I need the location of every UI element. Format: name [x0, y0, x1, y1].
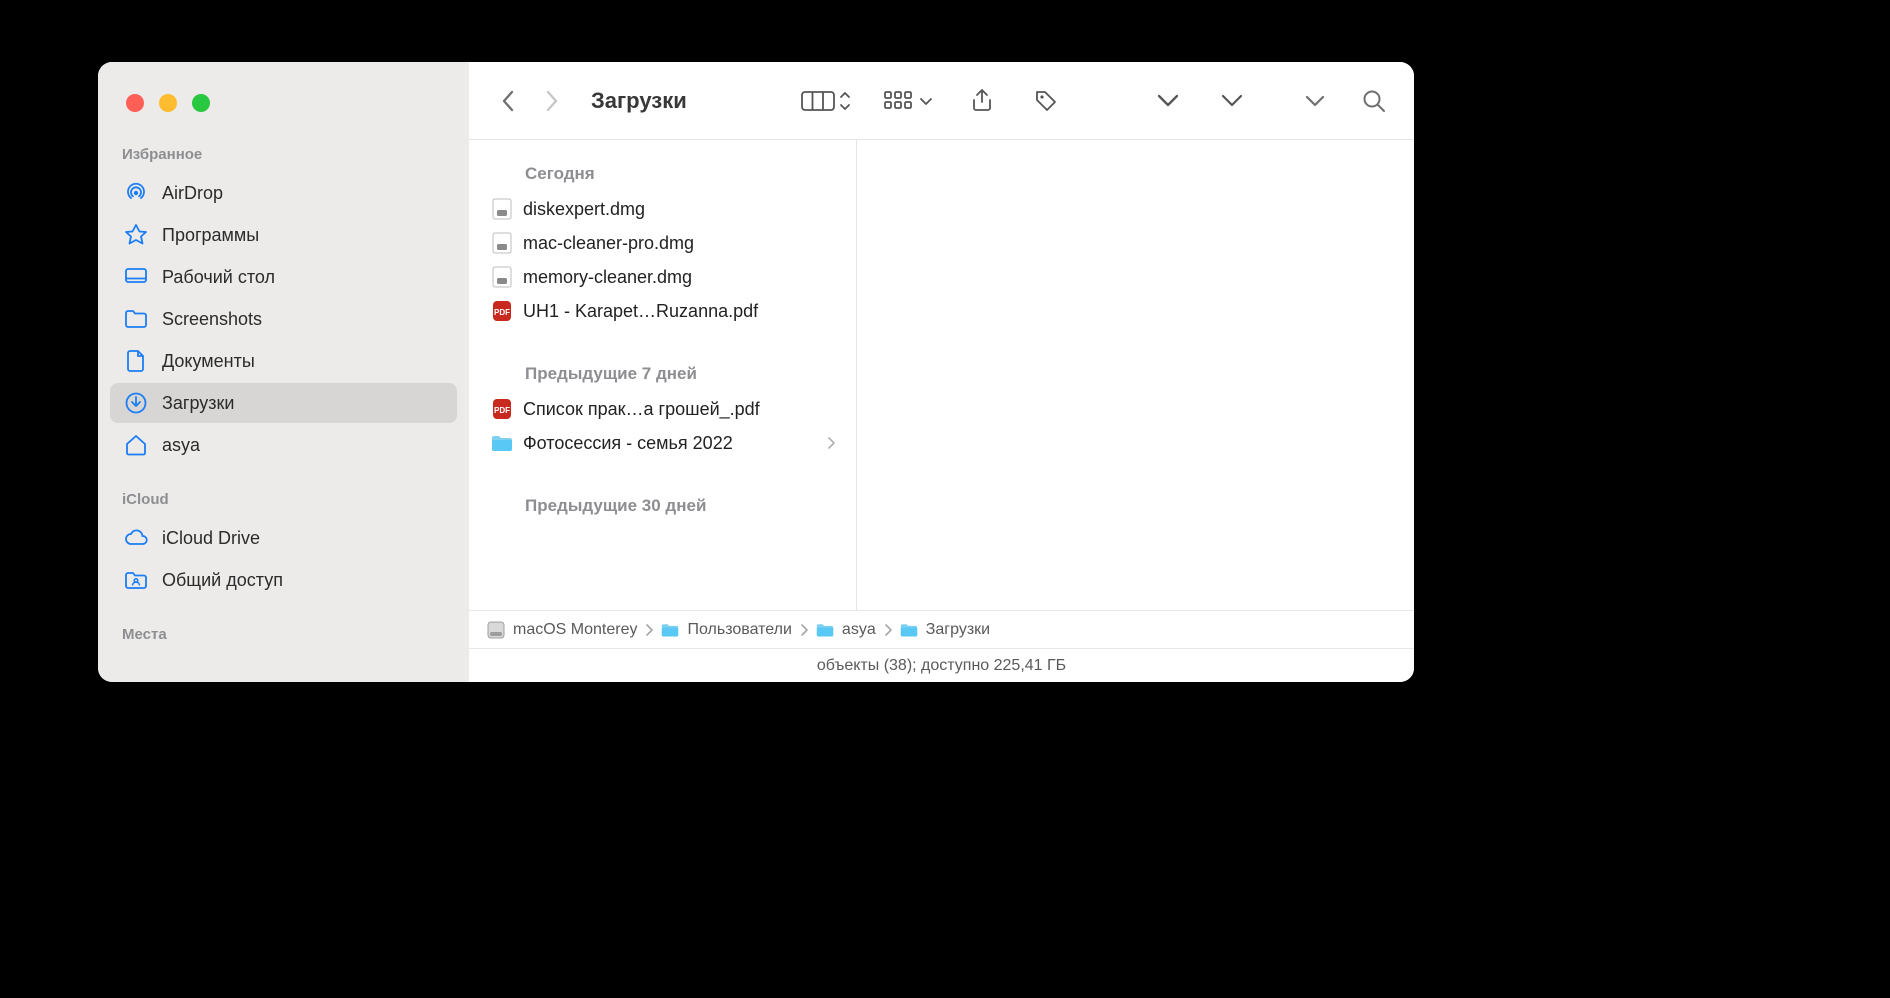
crumb-label: macOS Monterey	[513, 621, 637, 639]
file-row[interactable]: PDF Список прак…а грошей_.pdf	[469, 392, 856, 426]
group-header: Предыдущие 30 дней	[469, 482, 856, 524]
file-name: diskexpert.dmg	[523, 199, 838, 220]
sidebar-item-label: AirDrop	[162, 183, 223, 204]
status-bar: объекты (38); доступно 225,41 ГБ	[469, 648, 1414, 682]
dmg-icon	[491, 198, 513, 220]
shared-icon	[124, 568, 148, 592]
toolbar-view-controls	[800, 83, 1064, 119]
path-bar[interactable]: macOS Monterey Пользователи asya Загрузки	[469, 610, 1414, 648]
file-name: Фотосессия - семья 2022	[523, 433, 814, 454]
desktop-icon	[124, 265, 148, 289]
sidebar-item-label: Загрузки	[162, 393, 234, 414]
sidebar-item-рабочий-стол[interactable]: Рабочий стол	[110, 257, 457, 297]
sidebar-section-label: iCloud	[98, 485, 469, 516]
chevron-right-icon	[645, 624, 653, 636]
forward-button[interactable]	[533, 83, 569, 119]
file-row[interactable]: memory-cleaner.dmg	[469, 260, 856, 294]
window-controls	[98, 80, 469, 140]
toolbar-overflow-button[interactable]	[1214, 83, 1250, 119]
sidebar-item-screenshots[interactable]: Screenshots	[110, 299, 457, 339]
chevron-right-icon	[824, 437, 838, 449]
file-row[interactable]: Фотосессия - семья 2022	[469, 426, 856, 460]
tags-button[interactable]	[1028, 83, 1064, 119]
dmg-icon	[491, 266, 513, 288]
sidebar-item-asya[interactable]: asya	[110, 425, 457, 465]
finder-window: Избранное AirDrop Программы Рабочий стол Scr…	[98, 62, 1414, 682]
status-text: объекты (38); доступно 225,41 ГБ	[817, 657, 1066, 675]
main-pane: Загрузки	[469, 62, 1414, 682]
home-icon	[124, 433, 148, 457]
airdrop-icon	[124, 181, 148, 205]
path-crumb[interactable]: Загрузки	[900, 621, 990, 639]
sidebar-item-label: asya	[162, 435, 200, 456]
folder-icon	[124, 307, 148, 331]
close-window-button[interactable]	[126, 94, 144, 112]
svg-text:PDF: PDF	[494, 406, 510, 415]
share-button[interactable]	[964, 83, 1000, 119]
pdf-icon: PDF	[491, 300, 513, 322]
file-name: UH1 - Karapet…Ruzanna.pdf	[523, 301, 838, 322]
sidebar-item-airdrop[interactable]: AirDrop	[110, 173, 457, 213]
file-name: mac-cleaner-pro.dmg	[523, 233, 838, 254]
view-columns-button[interactable]	[800, 83, 854, 119]
zoom-window-button[interactable]	[192, 94, 210, 112]
sidebar-item-label: Программы	[162, 225, 259, 246]
location-title: Загрузки	[591, 88, 687, 114]
crumb-label: Загрузки	[926, 621, 990, 639]
crumb-label: asya	[842, 621, 876, 639]
file-name: memory-cleaner.dmg	[523, 267, 838, 288]
sidebar-item-label: Рабочий стол	[162, 267, 275, 288]
chevron-right-icon	[884, 624, 892, 636]
sidebar-item-общий-доступ[interactable]: Общий доступ	[110, 560, 457, 600]
doc-icon	[124, 349, 148, 373]
sidebar-item-label: iCloud Drive	[162, 528, 260, 549]
sidebar-item-программы[interactable]: Программы	[110, 215, 457, 255]
toolbar: Загрузки	[469, 62, 1414, 140]
toolbar-right-controls	[1150, 83, 1250, 119]
group-by-button[interactable]	[882, 83, 936, 119]
sidebar-item-label: Screenshots	[162, 309, 262, 330]
sidebar: Избранное AirDrop Программы Рабочий стол Scr…	[98, 62, 469, 682]
content-area: Сегодня diskexpert.dmg mac-cleaner-pro.dmg…	[469, 140, 1414, 610]
file-column[interactable]: Сегодня diskexpert.dmg mac-cleaner-pro.dmg…	[469, 140, 857, 610]
sidebar-section-label: Избранное	[98, 140, 469, 171]
toolbar-more-button[interactable]	[1296, 83, 1332, 119]
chevron-right-icon	[800, 624, 808, 636]
back-button[interactable]	[491, 83, 527, 119]
pdf-icon: PDF	[491, 398, 513, 420]
file-row[interactable]: mac-cleaner-pro.dmg	[469, 226, 856, 260]
file-row[interactable]: diskexpert.dmg	[469, 192, 856, 226]
dmg-icon	[491, 232, 513, 254]
crumb-label: Пользователи	[687, 621, 791, 639]
minimize-window-button[interactable]	[159, 94, 177, 112]
search-button[interactable]	[1356, 83, 1392, 119]
sidebar-section-label: Места	[98, 620, 469, 651]
path-crumb[interactable]: macOS Monterey	[487, 621, 637, 639]
group-header: Предыдущие 7 дней	[469, 350, 856, 392]
group-header: Сегодня	[469, 150, 856, 192]
sidebar-item-загрузки[interactable]: Загрузки	[110, 383, 457, 423]
folder-lt-icon	[661, 621, 679, 639]
sidebar-item-документы[interactable]: Документы	[110, 341, 457, 381]
sidebar-item-label: Документы	[162, 351, 255, 372]
sidebar-item-label: Общий доступ	[162, 570, 283, 591]
path-crumb[interactable]: Пользователи	[661, 621, 791, 639]
downloads-icon	[124, 391, 148, 415]
preview-column	[857, 140, 1414, 610]
disk-icon	[487, 621, 505, 639]
sidebar-item-icloud-drive[interactable]: iCloud Drive	[110, 518, 457, 558]
file-row[interactable]: PDF UH1 - Karapet…Ruzanna.pdf	[469, 294, 856, 328]
file-name: Список прак…а грошей_.pdf	[523, 399, 838, 420]
path-crumb[interactable]: asya	[816, 621, 876, 639]
apps-icon	[124, 223, 148, 247]
folder-lt-icon	[491, 432, 513, 454]
folder-lt-icon	[900, 621, 918, 639]
svg-text:PDF: PDF	[494, 308, 510, 317]
cloud-icon	[124, 526, 148, 550]
toolbar-overflow-button[interactable]	[1150, 83, 1186, 119]
folder-lt-icon	[816, 621, 834, 639]
